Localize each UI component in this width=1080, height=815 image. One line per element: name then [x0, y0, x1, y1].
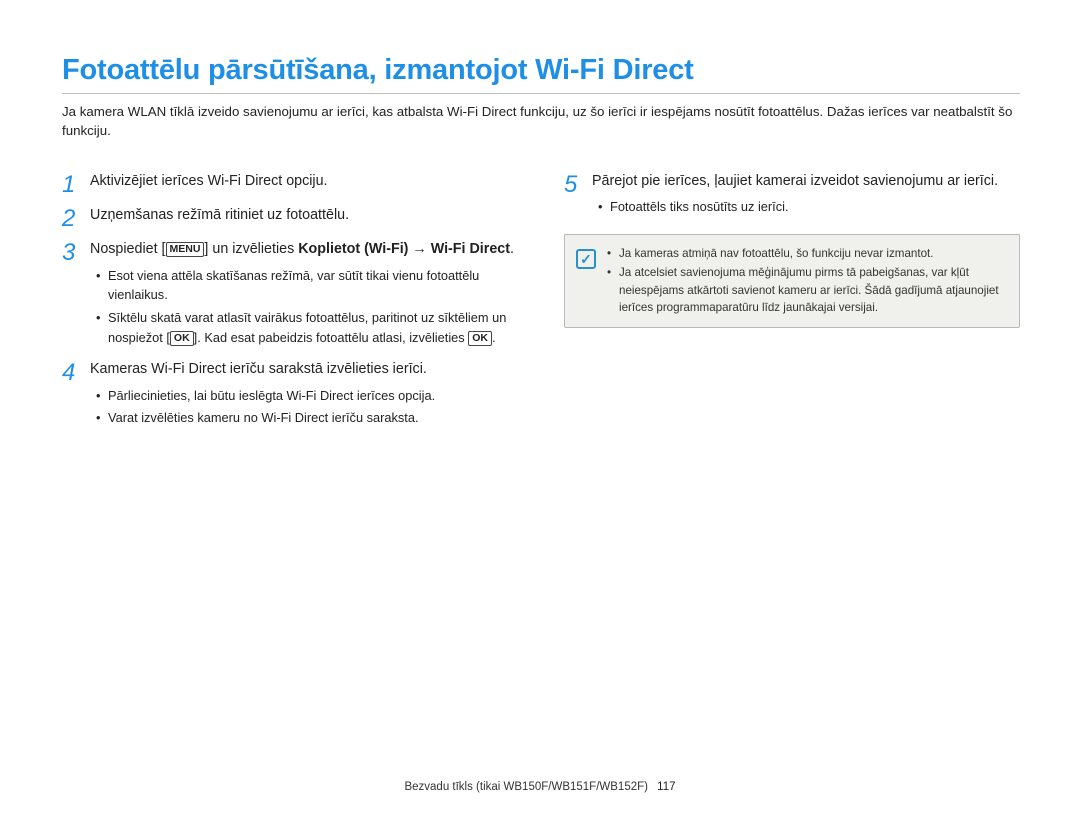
intro-text: Ja kamera WLAN tīklā izveido savienojumu… [62, 102, 1020, 141]
footer-text: Bezvadu tīkls (tikai WB150F/WB151F/WB152… [404, 781, 648, 793]
page-number: 117 [657, 781, 675, 793]
note-list: Ja kameras atmiņā nav fotoattēlu, šo fun… [607, 245, 1009, 317]
right-column: 5 Pārejot pie ierīces, ļaujiet kamerai i… [564, 171, 1020, 436]
step-number: 4 [62, 359, 90, 431]
step-2: 2 Uzņemšanas režīmā ritiniet uz fotoattē… [62, 205, 518, 231]
ok-key-icon: OK [468, 331, 492, 346]
sub-list: Esot viena attēla skatīšanas režīmā, var… [90, 266, 518, 348]
text-frag: . [492, 330, 496, 345]
step-number: 5 [564, 171, 592, 221]
note-icon: ✓ [565, 245, 607, 317]
note-box: ✓ Ja kameras atmiņā nav fotoattēlu, šo f… [564, 234, 1020, 328]
divider [62, 93, 1020, 94]
step-text: Uzņemšanas režīmā ritiniet uz fotoattēlu… [90, 205, 518, 226]
text-frag: ] un izvēlieties [204, 241, 298, 257]
step-number: 3 [62, 239, 90, 351]
step-1: 1 Aktivizējiet ierīces Wi-Fi Direct opci… [62, 171, 518, 197]
list-item: Esot viena attēla skatīšanas režīmā, var… [90, 266, 518, 306]
page-footer: Bezvadu tīkls (tikai WB150F/WB151F/WB152… [0, 781, 1080, 793]
left-column: 1 Aktivizējiet ierīces Wi-Fi Direct opci… [62, 171, 518, 436]
step-text: Aktivizējiet ierīces Wi-Fi Direct opciju… [90, 171, 518, 192]
list-item: Ja atcelsiet savienojuma mēģinājumu pirm… [607, 264, 1009, 316]
text-bold: Koplietot (Wi-Fi) [298, 241, 408, 257]
sub-list: Pārliecinieties, lai būtu ieslēgta Wi-Fi… [90, 386, 518, 429]
step-text: Pārejot pie ierīces, ļaujiet kamerai izv… [592, 171, 1020, 192]
columns: 1 Aktivizējiet ierīces Wi-Fi Direct opci… [62, 171, 1020, 436]
page-title: Fotoattēlu pārsūtīšana, izmantojot Wi-Fi… [62, 54, 1020, 87]
text-frag: Nospiediet [ [90, 241, 166, 257]
step-5: 5 Pārejot pie ierīces, ļaujiet kamerai i… [564, 171, 1020, 221]
list-item: Ja kameras atmiņā nav fotoattēlu, šo fun… [607, 245, 1009, 262]
ok-key-icon: OK [170, 331, 194, 346]
menu-key-icon: MENU [166, 242, 205, 257]
step-text: Kameras Wi-Fi Direct ierīču sarakstā izv… [90, 359, 518, 380]
list-item: Sīktēlu skatā varat atlasīt vairākus fot… [90, 308, 518, 348]
text-frag: . [510, 241, 514, 257]
arrow-icon: → [408, 241, 430, 257]
step-number: 1 [62, 171, 90, 197]
list-item: Fotoattēls tiks nosūtīts uz ierīci. [592, 197, 1020, 217]
list-item: Varat izvēlēties kameru no Wi-Fi Direct … [90, 408, 518, 428]
text-bold: Wi-Fi Direct [431, 241, 510, 257]
step-4: 4 Kameras Wi-Fi Direct ierīču sarakstā i… [62, 359, 518, 431]
list-item: Pārliecinieties, lai būtu ieslēgta Wi-Fi… [90, 386, 518, 406]
step-number: 2 [62, 205, 90, 231]
step-text: Nospiediet [MENU] un izvēlieties Kopliet… [90, 239, 518, 260]
text-frag: ]. Kad esat pabeidzis fotoattēlu atlasi,… [194, 330, 469, 345]
step-3: 3 Nospiediet [MENU] un izvēlieties Kopli… [62, 239, 518, 351]
sub-list: Fotoattēls tiks nosūtīts uz ierīci. [592, 197, 1020, 217]
